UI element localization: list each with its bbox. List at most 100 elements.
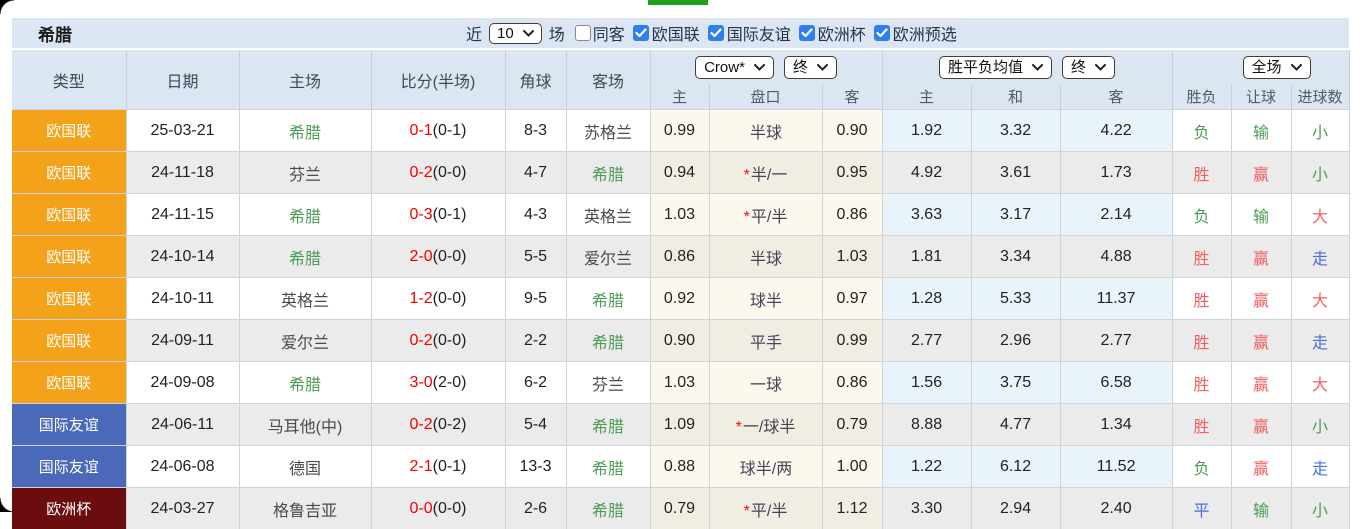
col-header-score: 比分(半场): [371, 50, 505, 110]
check-icon: [635, 28, 647, 38]
corners-cell: 2-2: [505, 320, 566, 362]
result-wdl-cell: 胜: [1172, 404, 1231, 446]
odds-away-cell: 0.95: [822, 152, 882, 194]
result-wdl-cell: 负: [1172, 110, 1231, 152]
fulltime-score: 0-2: [410, 164, 433, 181]
same-venue-label: 同客: [593, 21, 625, 45]
handicap-cell: *平/半: [709, 488, 822, 529]
away-team-cell: 英格兰: [566, 194, 650, 236]
result-goals-cell: 走: [1291, 446, 1349, 488]
window-corner-top-left: [0, 0, 14, 14]
mean-draw-cell: 2.94: [971, 488, 1060, 529]
away-team-cell: 芬兰: [566, 362, 650, 404]
odds-state-select[interactable]: 终: [784, 56, 837, 79]
mean-home-cell: 1.28: [882, 278, 971, 320]
odds-away-cell: 0.79: [822, 404, 882, 446]
filter-controls: 近 10 场 同客 欧国联国际友谊欧洲杯欧洲预选: [464, 18, 959, 48]
mean-away-cell: 2.14: [1060, 194, 1172, 236]
corners-cell: 4-3: [505, 194, 566, 236]
odds-home-cell: 0.90: [650, 320, 709, 362]
result-handicap-cell: 赢: [1231, 236, 1291, 278]
handicap-text: 平/半: [751, 209, 787, 226]
recent-count-select[interactable]: 10: [489, 23, 542, 44]
league-filter[interactable]: 国际友谊: [708, 21, 793, 45]
league-filter[interactable]: 欧洲杯: [799, 21, 868, 45]
mean-state-select[interactable]: 终: [1062, 56, 1115, 79]
halftime-score: (0-2): [433, 416, 467, 433]
league-checkbox[interactable]: [708, 25, 724, 41]
odds-home-cell: 0.79: [650, 488, 709, 529]
league-badge-cell: 欧国联: [12, 236, 126, 278]
home-team-cell: 爱尔兰: [239, 320, 371, 362]
date-cell: 24-10-14: [126, 236, 239, 278]
handicap-star: *: [736, 419, 742, 436]
handicap-cell: *一/球半: [709, 404, 822, 446]
league-filter[interactable]: 欧洲预选: [874, 21, 959, 45]
odds-home-cell: 0.99: [650, 110, 709, 152]
mean-draw-cell: 3.34: [971, 236, 1060, 278]
league-checkbox[interactable]: [874, 25, 890, 41]
halftime-score: (0-0): [433, 164, 467, 181]
league-badge-cell: 欧国联: [12, 152, 126, 194]
score-cell: 0-2(0-0): [371, 152, 505, 194]
mean-away-cell: 2.40: [1060, 488, 1172, 529]
mean-draw-cell: 4.77: [971, 404, 1060, 446]
mean-type-select[interactable]: 胜平负均值: [939, 56, 1052, 79]
odds-home-cell: 1.09: [650, 404, 709, 446]
fulltime-score: 0-2: [410, 416, 433, 433]
odds-away-cell: 1.00: [822, 446, 882, 488]
match-history-panel: 希腊 近 10 场 同客 欧国联国际友谊欧洲杯欧洲预选 类型 日期 主场 比分: [12, 18, 1349, 529]
result-wdl-cell: 负: [1172, 446, 1231, 488]
odds-company-value: Crow*: [704, 59, 745, 76]
result-handicap-cell: 赢: [1231, 404, 1291, 446]
header-group-row: 类型 日期 主场 比分(半场) 角球 客场 Crow* 终: [12, 50, 1349, 84]
halftime-score: (0-0): [433, 500, 467, 517]
score-cell: 0-2(0-2): [371, 404, 505, 446]
scope-select[interactable]: 全场: [1243, 56, 1311, 79]
corners-cell: 6-2: [505, 362, 566, 404]
recent-label: 近: [466, 21, 482, 45]
date-cell: 24-11-15: [126, 194, 239, 236]
league-checkbox[interactable]: [633, 25, 649, 41]
col-header-corners: 角球: [505, 50, 566, 110]
table-row: 欧国联 25-03-21 希腊 0-1(0-1) 8-3 苏格兰 0.99 半球…: [12, 110, 1349, 152]
score-cell: 0-1(0-1): [371, 110, 505, 152]
odds-company-select[interactable]: Crow*: [695, 56, 774, 79]
fulltime-score: 2-1: [410, 458, 433, 475]
corners-cell: 9-5: [505, 278, 566, 320]
handicap-cell: 一球: [709, 362, 822, 404]
league-filter-label: 国际友谊: [727, 21, 791, 45]
corners-cell: 5-4: [505, 404, 566, 446]
result-handicap-cell: 输: [1231, 194, 1291, 236]
home-team-cell: 马耳他(中): [239, 404, 371, 446]
home-team-cell: 芬兰: [239, 152, 371, 194]
result-goals-cell: 大: [1291, 194, 1349, 236]
col-header-type: 类型: [12, 50, 126, 110]
odds-header-group: Crow* 终: [650, 50, 882, 84]
home-team-cell: 格鲁吉亚: [239, 488, 371, 529]
date-cell: 24-11-18: [126, 152, 239, 194]
league-checkbox[interactable]: [799, 25, 815, 41]
league-filter[interactable]: 欧国联: [633, 21, 702, 45]
league-badge-cell: 欧国联: [12, 110, 126, 152]
away-team-cell: 希腊: [566, 404, 650, 446]
chevron-down-icon: [817, 64, 828, 71]
table-row: 欧国联 24-10-11 英格兰 1-2(0-0) 9-5 希腊 0.92 球半…: [12, 278, 1349, 320]
mean-draw-cell: 6.12: [971, 446, 1060, 488]
date-cell: 24-06-11: [126, 404, 239, 446]
mean-type-value: 胜平负均值: [948, 59, 1023, 76]
mean-away-cell: 2.77: [1060, 320, 1172, 362]
score-cell: 1-2(0-0): [371, 278, 505, 320]
corners-cell: 4-7: [505, 152, 566, 194]
league-badge-cell: 国际友谊: [12, 446, 126, 488]
col-header-result-wdl: 胜负: [1172, 84, 1231, 110]
handicap-cell: *平/半: [709, 194, 822, 236]
handicap-star: *: [744, 503, 750, 520]
same-venue-checkbox[interactable]: [575, 25, 591, 41]
home-team-cell: 希腊: [239, 194, 371, 236]
team-title: 希腊: [12, 21, 72, 46]
date-cell: 24-06-08: [126, 446, 239, 488]
table-row: 欧国联 24-10-14 希腊 2-0(0-0) 5-5 爱尔兰 0.86 半球…: [12, 236, 1349, 278]
col-header-date: 日期: [126, 50, 239, 110]
mean-draw-cell: 2.96: [971, 320, 1060, 362]
